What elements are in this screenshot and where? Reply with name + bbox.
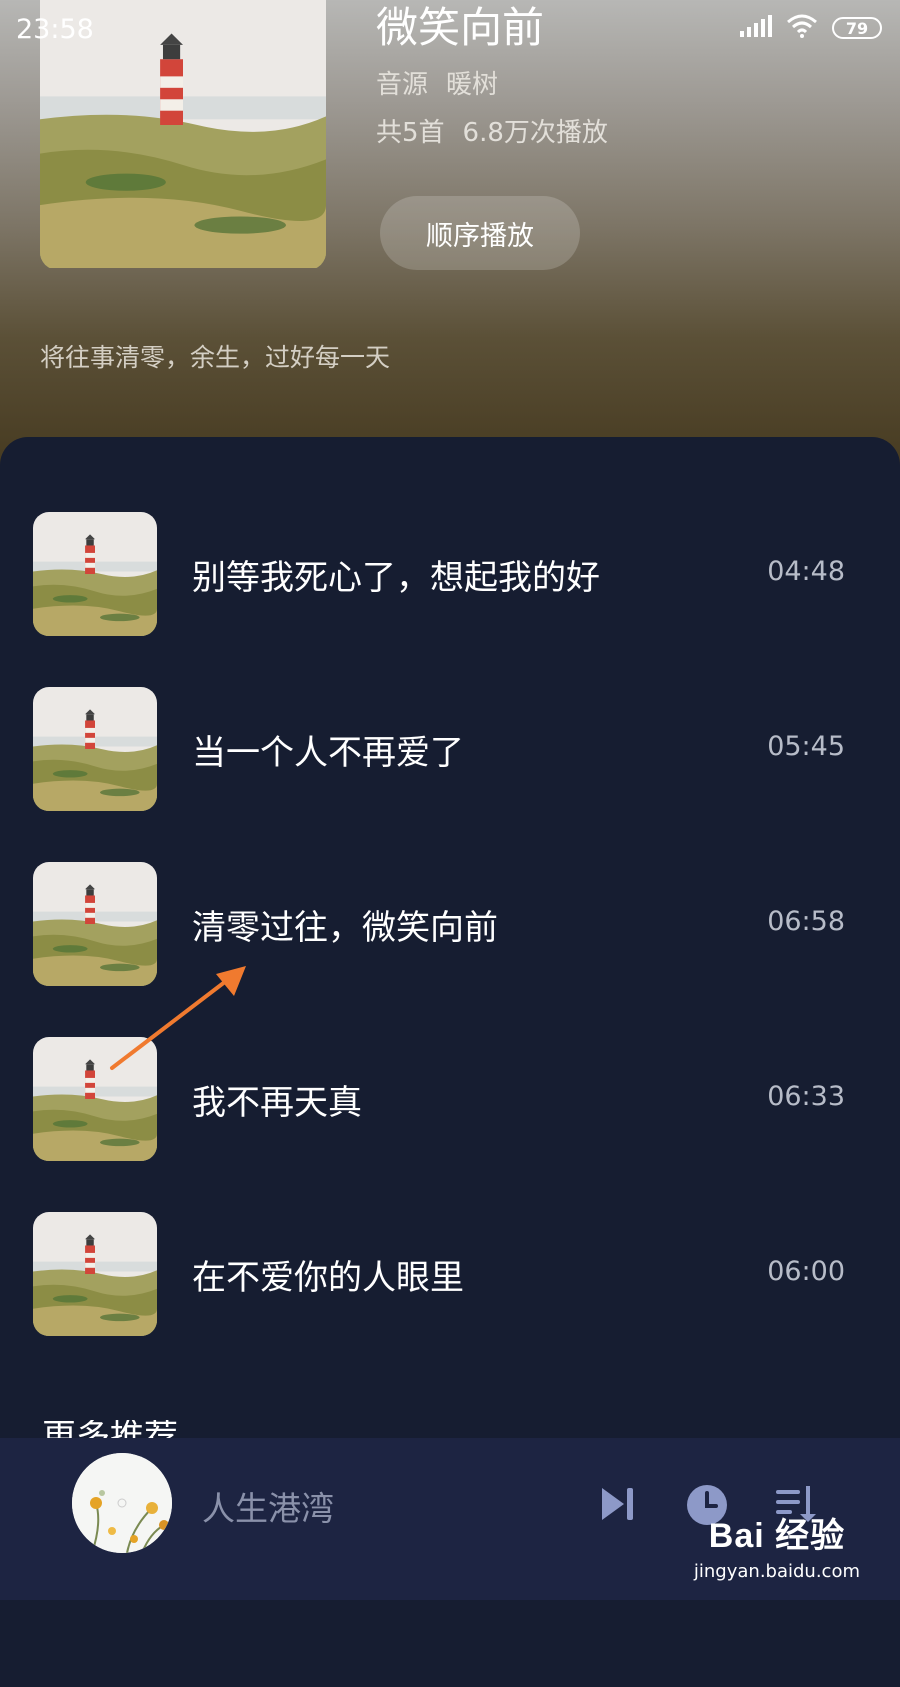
song-title: 当一个人不再爱了 <box>192 733 464 773</box>
mini-player[interactable]: 人生港湾 Bai 经验 jingyan.baidu.com <box>0 1438 900 1600</box>
next-track-icon[interactable] <box>598 1484 638 1528</box>
status-time: 23:58 <box>16 14 94 45</box>
song-row[interactable]: 别等我死心了，想起我的好 04:48 <box>0 512 900 687</box>
baidu-jingyan-watermark: Bai 经验 jingyan.baidu.com <box>694 1508 860 1582</box>
song-duration: 06:58 <box>767 906 845 937</box>
song-list: 别等我死心了，想起我的好 04:48 当一个人不再爱了 05:45 清零过往，微… <box>0 512 900 1387</box>
play-count: 6.8万次播放 <box>462 118 608 148</box>
watermark-url: jingyan.baidu.com <box>693 1561 860 1582</box>
battery-level: 79 <box>845 18 869 38</box>
status-bar: 23:58 79 <box>0 0 900 60</box>
song-title: 在不爱你的人眼里 <box>192 1258 464 1298</box>
song-title: 清零过往，微笑向前 <box>192 908 498 948</box>
song-thumbnail <box>33 687 157 811</box>
song-thumbnail <box>33 512 157 636</box>
song-duration: 06:33 <box>767 1081 845 1112</box>
song-title: 我不再天真 <box>192 1083 362 1123</box>
sequential-play-button[interactable]: 顺序播放 <box>380 196 580 270</box>
source-name[interactable]: 暖树 <box>446 70 498 100</box>
album-source: 音源 暖树 <box>376 64 498 101</box>
now-playing-title: 人生港湾 <box>202 1489 334 1528</box>
wifi-icon <box>786 14 818 42</box>
song-row[interactable]: 在不爱你的人眼里 06:00 <box>0 1212 900 1387</box>
annotation-arrow <box>110 966 246 1070</box>
song-duration: 04:48 <box>767 556 845 587</box>
now-playing-disc[interactable] <box>72 1453 172 1553</box>
song-duration: 05:45 <box>767 731 845 762</box>
album-description: 将往事清零，余生，过好每一天 <box>40 343 391 372</box>
signal-icon <box>740 15 772 41</box>
album-stats: 共5首 6.8万次播放 <box>376 112 608 149</box>
battery-icon: 79 <box>832 17 882 39</box>
song-thumbnail <box>33 1212 157 1336</box>
status-icons: 79 <box>740 14 882 42</box>
song-row[interactable]: 当一个人不再爱了 05:45 <box>0 687 900 862</box>
section-heading-peek: 更多推荐 <box>42 1420 178 1440</box>
watermark-logo: Bai 经验 <box>708 1517 846 1555</box>
song-duration: 06:00 <box>767 1256 845 1287</box>
song-count: 共5首 <box>376 118 445 148</box>
song-title: 别等我死心了，想起我的好 <box>192 558 600 598</box>
source-label: 音源 <box>376 70 429 100</box>
album-header: 微笑向前 音源 暖树 共5首 6.8万次播放 顺序播放 将往事清零，余生，过好每一天 <box>0 0 900 470</box>
